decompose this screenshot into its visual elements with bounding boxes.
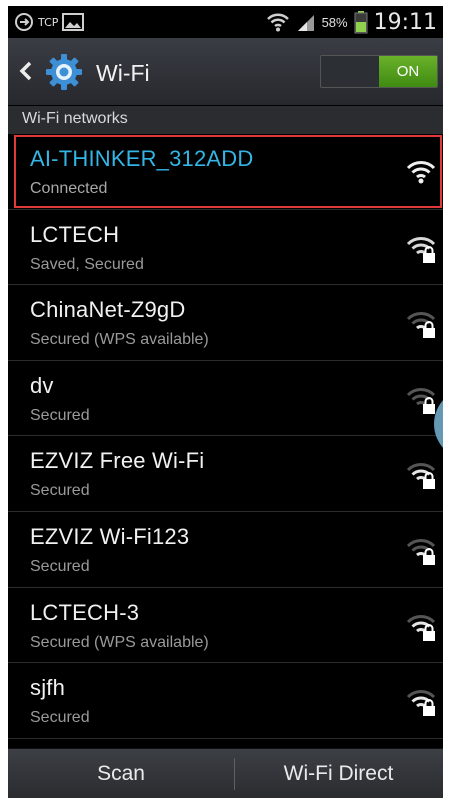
toggle-on-label: ON xyxy=(379,56,437,87)
network-row[interactable]: LCTECH-3 Secured (WPS available) xyxy=(8,588,443,664)
settings-gear-icon[interactable] xyxy=(44,52,84,92)
network-status: Secured (WPS available) xyxy=(30,331,209,349)
network-status: Connected xyxy=(30,180,108,197)
wifi-toggle[interactable]: ON xyxy=(320,55,438,88)
network-row[interactable]: ChinaNet-Z9gD Secured (WPS available) xyxy=(8,285,443,361)
wifi-lock-medium-icon xyxy=(406,614,436,641)
network-ssid: LCTECH-3 xyxy=(30,599,140,625)
section-header: Wi-Fi networks xyxy=(8,106,443,134)
network-status: Secured xyxy=(30,709,90,727)
network-ssid: sjfh xyxy=(30,675,66,701)
usb-icon xyxy=(15,13,33,31)
wifi-lock-weak-icon xyxy=(406,538,436,565)
network-row-connected[interactable]: AI-THINKER_312ADD Connected xyxy=(8,134,443,210)
network-row[interactable]: EZVIZ Wi-Fi123 Secured xyxy=(8,512,443,588)
network-ssid: dv xyxy=(30,372,54,398)
page-title: Wi-Fi xyxy=(96,60,150,86)
network-row[interactable]: LCTECH Saved, Secured xyxy=(8,210,443,286)
action-bar: Wi-Fi ON xyxy=(8,38,443,106)
network-row[interactable]: sjfh Secured xyxy=(8,663,443,739)
wifi-direct-button[interactable]: Wi-Fi Direct xyxy=(234,749,443,798)
network-status: Secured xyxy=(30,557,90,575)
wifi-signal-full-icon xyxy=(406,161,436,184)
status-bar: TCP 58% 19:11 xyxy=(8,6,443,38)
battery-icon xyxy=(354,11,368,34)
network-status: Secured xyxy=(30,482,90,500)
network-status: Saved, Secured xyxy=(30,255,144,273)
network-ssid: AI-THINKER_312ADD xyxy=(30,146,254,171)
clock: 19:11 xyxy=(373,9,437,35)
signal-icon xyxy=(297,15,314,31)
network-ssid: ChinaNet-Z9gD xyxy=(30,297,186,323)
network-ssid: EZVIZ Wi-Fi123 xyxy=(30,523,190,549)
network-ssid: LCTECH xyxy=(30,221,120,247)
battery-percent: 58% xyxy=(321,14,348,30)
phone-screen: TCP 58% 19:11 Wi-Fi ON Wi-Fi networks AI… xyxy=(8,6,443,798)
scan-button[interactable]: Scan xyxy=(8,749,234,798)
image-icon xyxy=(62,13,85,31)
wifi-lock-medium-icon xyxy=(406,463,436,490)
network-list: AI-THINKER_312ADD Connected LCTECH Saved… xyxy=(8,134,443,739)
tcp-label: TCP xyxy=(38,15,59,29)
network-row[interactable]: dv Secured xyxy=(8,361,443,437)
wifi-lock-weak-icon xyxy=(406,312,436,339)
back-arrow-icon[interactable] xyxy=(18,60,34,82)
network-status: Secured (WPS available) xyxy=(30,633,209,651)
network-ssid: EZVIZ Free Wi-Fi xyxy=(30,448,205,474)
wifi-lock-strong-icon xyxy=(406,236,436,263)
network-status: Secured xyxy=(30,406,90,424)
wifi-lock-weak-icon xyxy=(406,387,436,414)
bottom-action-bar: Scan Wi-Fi Direct xyxy=(8,748,443,798)
wifi-status-icon xyxy=(266,13,289,32)
network-row[interactable]: EZVIZ Free Wi-Fi Secured xyxy=(8,436,443,512)
wifi-lock-medium-icon xyxy=(406,690,436,717)
